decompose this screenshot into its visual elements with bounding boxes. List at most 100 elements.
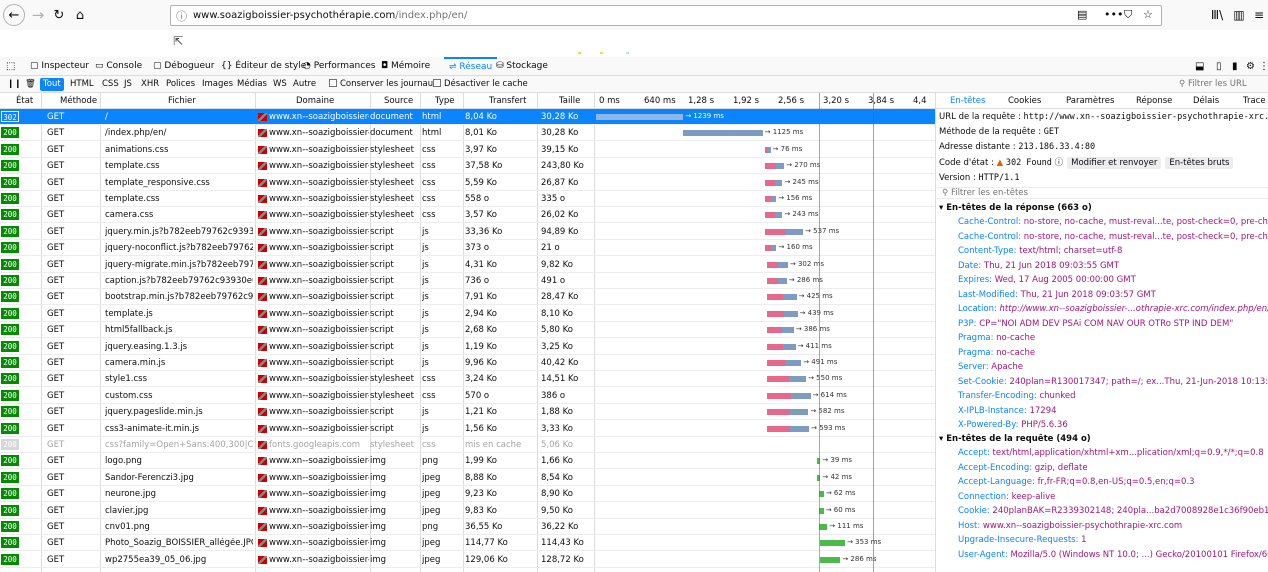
- col-transferred[interactable]: Transfert: [489, 96, 527, 106]
- dock-icon[interactable]: ⬓: [1195, 57, 1204, 76]
- disable-cache-checkbox[interactable]: Désactiver le cache: [430, 78, 531, 91]
- request-row[interactable]: 200 GET bootstrap.min.js?b782eeb79762c9393…: [0, 289, 935, 306]
- request-row[interactable]: 200 GET wp2755ea39_05_06.jpg www.xn--soazig…: [0, 552, 935, 568]
- header-row[interactable]: Cache-Control: no-store, no-cache, must-…: [958, 217, 1268, 227]
- header-row[interactable]: Date: Thu, 21 Jun 2018 09:03:55 GMT: [958, 261, 1119, 271]
- bookmark-star-icon[interactable]: ☆: [1143, 8, 1153, 21]
- pocket-icon[interactable]: ⛉: [1124, 8, 1132, 22]
- tab-console[interactable]: ▭ Console: [95, 57, 142, 76]
- request-row[interactable]: 200 GET jquery-migrate.min.js?b782eeb79762…: [0, 257, 935, 273]
- request-row[interactable]: 200 GET template_responsive.css www.xn--soa…: [0, 175, 935, 191]
- request-row[interactable]: 200 GET template.css www.xn--soazigboissier…: [0, 191, 935, 207]
- request-row[interactable]: 200 GET html5fallback.js www.xn--soazigbois…: [0, 322, 935, 339]
- col-status[interactable]: État: [16, 96, 33, 106]
- col-cause[interactable]: Source: [384, 96, 413, 106]
- col-size[interactable]: Taille: [559, 96, 580, 106]
- header-row[interactable]: Transfer-Encoding: chunked: [958, 391, 1076, 401]
- header-row[interactable]: Connection: keep-alive: [958, 492, 1055, 502]
- settings-gear-icon[interactable]: ⚙: [1246, 57, 1255, 76]
- tab-headers[interactable]: En-têtes: [950, 96, 985, 106]
- col-domain[interactable]: Domaine: [296, 96, 334, 106]
- help-icon[interactable]: ⓘ: [1055, 158, 1064, 168]
- trash-icon[interactable]: 🗑: [22, 78, 39, 91]
- header-row[interactable]: Accept: text/html,application/xhtml+xm..…: [958, 448, 1264, 458]
- filter-other[interactable]: Autre: [290, 78, 319, 91]
- filter-css[interactable]: CSS: [99, 78, 122, 91]
- url-bar[interactable]: ⓘ www.soazigboissier-psychothérapie.com/…: [170, 5, 1162, 26]
- more-icon[interactable]: ⋮: [1259, 57, 1268, 76]
- header-row[interactable]: Pragma: no-cache: [958, 333, 1035, 343]
- request-row[interactable]: 200 GET style1.css www.xn--soazigboissier-p…: [0, 371, 935, 388]
- filter-ws[interactable]: WS: [270, 78, 290, 91]
- filter-media[interactable]: Médias: [234, 78, 270, 91]
- tab-response[interactable]: Réponse: [1136, 96, 1172, 106]
- request-row[interactable]: 200 GET camera.min.js www.xn--soazigboissie…: [0, 355, 935, 371]
- request-row[interactable]: 200 GET custom.css www.xn--soazigboissier-p…: [0, 388, 935, 404]
- header-row[interactable]: Pragma: no-cache: [958, 348, 1035, 358]
- home-icon[interactable]: ⌂: [69, 4, 91, 26]
- forward-arrow-icon[interactable]: →: [27, 4, 49, 26]
- back-arrow-icon[interactable]: ←: [3, 4, 25, 26]
- tab-cookies[interactable]: Cookies: [1008, 96, 1041, 106]
- menu-icon[interactable]: ≡: [1248, 4, 1268, 26]
- sidebar-icon[interactable]: ▥: [1228, 4, 1250, 26]
- header-row[interactable]: Last-Modified: Thu, 21 Jun 2018 09:03:57…: [958, 290, 1156, 300]
- edit-resend-button[interactable]: Modifier et renvoyer: [1067, 157, 1162, 169]
- library-icon[interactable]: Ⅲ\: [1206, 4, 1228, 26]
- col-type[interactable]: Type: [435, 96, 455, 106]
- request-row[interactable]: 200 GET template.css www.xn--soazigboissier…: [0, 158, 935, 175]
- request-row[interactable]: 200 GET logo.png www.xn--soazigboissier-p..…: [0, 453, 935, 470]
- request-row[interactable]: 200 GET cnv01.png www.xn--soazigboissier-p.…: [0, 519, 935, 535]
- filter-js[interactable]: JS: [121, 78, 135, 91]
- tab-debugger[interactable]: ▢ Débogueur: [153, 57, 214, 76]
- request-row[interactable]: 200 GET camera.css www.xn--soazigboissier-p…: [0, 207, 935, 224]
- request-row[interactable]: 200 GET animations.css www.xn--soazigboissi…: [0, 142, 935, 158]
- filter-fonts[interactable]: Polices: [163, 78, 198, 91]
- info-icon[interactable]: ⓘ: [176, 8, 187, 24]
- request-row[interactable]: 200 GET clavier.jpg www.xn--soazigboissier-…: [0, 503, 935, 519]
- filter-images[interactable]: Images: [199, 78, 236, 91]
- persist-logs-checkbox[interactable]: Conserver les journaux: [326, 78, 441, 91]
- tab-network[interactable]: ⇌ Réseau: [444, 57, 498, 76]
- col-file[interactable]: Fichier: [168, 96, 196, 106]
- request-headers-section[interactable]: ▾ En-têtes de la requête (494 o): [939, 434, 1091, 444]
- filter-html[interactable]: HTML: [67, 78, 97, 91]
- raw-headers-button[interactable]: En-têtes bruts: [1165, 157, 1234, 169]
- header-row[interactable]: Upgrade-Insecure-Requests: 1: [958, 535, 1087, 545]
- tab-timings[interactable]: Délais: [1193, 96, 1219, 106]
- header-row[interactable]: Set-Cookie: 240plan=R130017347; path=/; …: [958, 377, 1268, 387]
- request-row[interactable]: 200 GET template.js www.xn--soazigboissier-…: [0, 306, 935, 322]
- responsive-icon[interactable]: ▮: [1232, 57, 1238, 76]
- request-row[interactable]: 200 GET jquery.min.js?b782eeb79762c93930e6…: [0, 224, 935, 240]
- response-headers-section[interactable]: ▾ En-têtes de la réponse (663 o): [939, 203, 1092, 213]
- request-row[interactable]: 200 GET Photo_Soazig_BOISSIER_allégée.JPG w…: [0, 535, 935, 552]
- reader-view-icon[interactable]: ▤: [1077, 8, 1087, 21]
- header-row[interactable]: Server: Apache: [958, 362, 1023, 372]
- page-actions-icon[interactable]: •••: [1104, 8, 1123, 21]
- header-row[interactable]: Accept-Language: fr,fr-FR;q=0.8,en-US;q=…: [958, 477, 1195, 487]
- request-row[interactable]: 200 GET neurone.jpg www.xn--soazigboissier-…: [0, 486, 935, 503]
- element-picker-icon[interactable]: ⬚: [6, 57, 15, 76]
- request-row[interactable]: 302 GET / www.xn--soazigboissier-p...docume…: [0, 109, 935, 125]
- col-method[interactable]: Méthode: [60, 96, 97, 106]
- header-row[interactable]: Cookie: 240planBAK=R2339302148; 240pla..…: [958, 506, 1268, 516]
- header-row[interactable]: User-Agent: Mozilla/5.0 (Windows NT 10.0…: [958, 550, 1268, 560]
- header-row[interactable]: Location: http://www.xn--soazigboissier-…: [958, 304, 1268, 314]
- request-row[interactable]: 200 GET jquery-noconflict.js?b782eeb79762c…: [0, 240, 935, 257]
- tab-performance[interactable]: ◔ Performances: [303, 57, 375, 76]
- request-row[interactable]: 200 GET/index.php/en/www.xn--soazigboissi…: [0, 125, 935, 142]
- tab-memory[interactable]: ◘ Mémoire: [381, 57, 430, 76]
- header-row[interactable]: X-IPLB-Instance: 17294: [958, 406, 1057, 416]
- tab-inspector[interactable]: ▢ Inspecteur: [30, 57, 89, 76]
- request-row[interactable]: 200 GET jquery.easing.1.3.js www.xn--soazig…: [0, 339, 935, 355]
- reload-icon[interactable]: ↻: [48, 4, 70, 26]
- filter-xhr[interactable]: XHR: [138, 78, 162, 91]
- header-row[interactable]: X-Powered-By: PHP/5.6.36: [958, 420, 1068, 430]
- filter-all[interactable]: Tout: [40, 78, 64, 91]
- filter-headers-input[interactable]: ⚲ Filtrer les en-têtes: [936, 187, 1268, 199]
- tab-style-editor[interactable]: {} Éditeur de style: [221, 57, 306, 76]
- tab-storage[interactable]: ⛁ Stockage: [496, 57, 548, 76]
- header-row[interactable]: Accept-Encoding: gzip, deflate: [958, 463, 1088, 473]
- request-row[interactable]: 200 GET css3-animate-it.min.js www.xn--soaz…: [0, 421, 935, 437]
- header-row[interactable]: Content-Type: text/html; charset=utf-8: [958, 246, 1122, 256]
